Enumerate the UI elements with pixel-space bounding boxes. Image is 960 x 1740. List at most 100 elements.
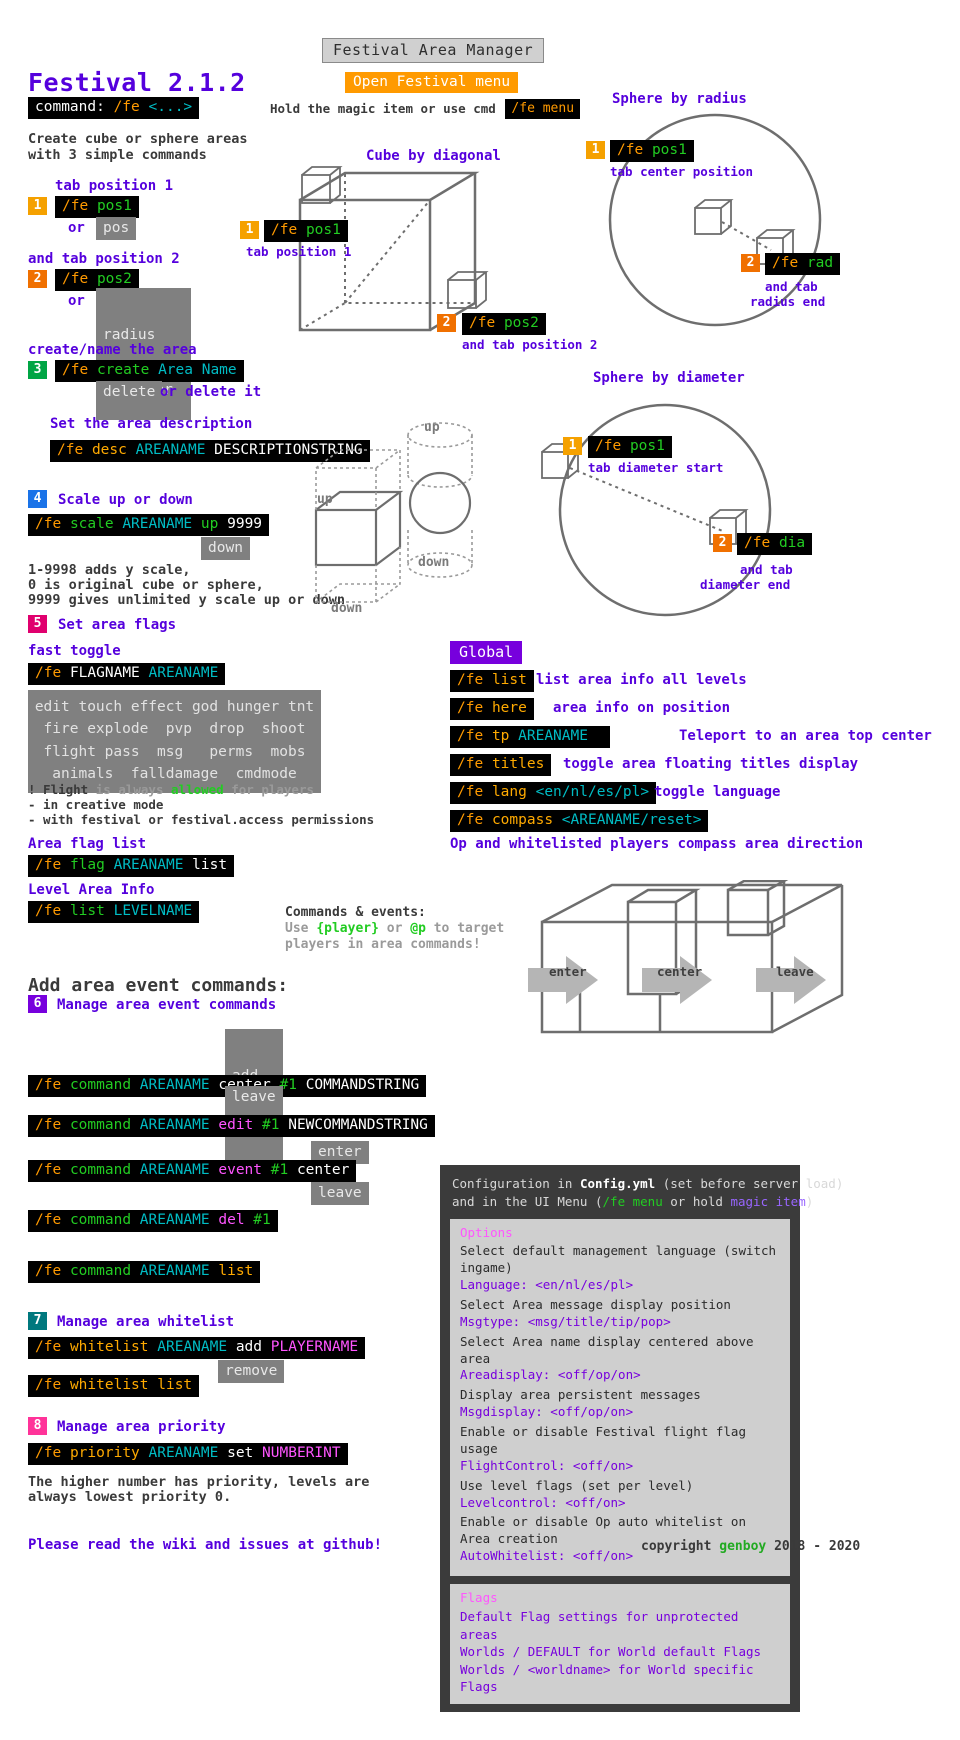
e-edit-string: NEWCOMMANDSTRING — [288, 1117, 428, 1133]
config-option-key[interactable]: Language: <en/nl/es/pl> — [460, 1277, 780, 1294]
e-edit-action: edit — [218, 1117, 254, 1133]
scale-down-label-cube: down — [331, 601, 363, 616]
global-row-list-desc: list area info all levels — [536, 672, 747, 688]
p-root: /fe — [35, 1445, 62, 1461]
g3-sub: titles — [491, 756, 545, 772]
config-option-desc: Select Area name display centered above … — [460, 1333, 754, 1366]
step5-badge: 5 — [28, 615, 47, 633]
config-option-key[interactable]: FlightControl: <off/on> — [460, 1458, 780, 1475]
e-list-root: /fe — [35, 1263, 62, 1279]
sphere-diameter-dia-command: /fe dia — [737, 533, 813, 556]
flag-row[interactable]: fire explode pvp drop shoot — [28, 718, 321, 740]
desc-cmd-sub: desc — [91, 442, 127, 458]
open-festival-menu-button[interactable]: Open Festival menu — [345, 72, 519, 93]
level-area-info-command: /fe list LEVELNAME — [28, 901, 200, 924]
sphere-radius-title: Sphere by radius — [612, 91, 747, 107]
step4-badge: 4 — [28, 490, 47, 508]
footer-right: copyright genboy 2018 - 2020 — [641, 1539, 860, 1554]
config-option-key[interactable]: Levelcontrol: <off/on> — [460, 1495, 780, 1512]
sphere-diameter-diagram — [541, 403, 772, 617]
priority-note-2: always lowest priority 0. — [28, 1489, 232, 1505]
e-edit-sub: command — [69, 1117, 132, 1133]
config-option-key[interactable]: Areadisplay: <off/op/on> — [460, 1367, 780, 1384]
step3-alt-delete[interactable]: delete — [96, 381, 163, 405]
step4-alt-down[interactable]: down — [201, 537, 250, 561]
events-hint-line-2: players in area commands! — [285, 937, 481, 952]
config-flag-row: Default Flag settings for unprotected ar… — [460, 1609, 739, 1642]
hint-p-token: @p — [410, 921, 426, 936]
flag-row[interactable]: flight pass msg perms mobs — [28, 741, 321, 763]
step1-alt-pos[interactable]: pos — [96, 217, 137, 241]
step5-cmd-root: /fe — [35, 665, 62, 681]
whitelist-alt-remove[interactable]: remove — [218, 1360, 285, 1384]
sr-rad-root: /fe — [772, 255, 799, 271]
global-row-list-command: /fe list — [450, 670, 534, 693]
linfo-sub: list — [69, 903, 105, 919]
flight-note-end: for players — [223, 782, 315, 797]
sphere-diameter-pos1-badge: 1 — [563, 437, 582, 455]
step7-title: Manage area whitelist — [57, 1314, 235, 1330]
step2-badge: 2 — [28, 270, 47, 288]
command-chip-cmd: /fe — [113, 99, 140, 115]
step1-badge: 1 — [28, 197, 47, 215]
w-sub: whitelist — [69, 1339, 149, 1355]
cube-pos2-root: /fe — [469, 315, 496, 331]
step1-cmd-root: /fe — [62, 198, 89, 214]
flag-row[interactable]: edit touch effect god hunger tnt — [28, 696, 321, 718]
scale-diagram — [314, 422, 473, 604]
e-del-index: #1 — [253, 1212, 271, 1228]
sphere-radius-rad-command: /fe rad — [765, 253, 841, 276]
footer-copyright-label: copyright — [641, 1539, 720, 1554]
sphere-diameter-pos1-command: /fe pos1 — [588, 436, 672, 459]
global-compass-note: Op and whitelisted players compass area … — [450, 836, 864, 852]
e-ev-action: event — [218, 1162, 263, 1178]
config-option-key[interactable]: Msgdisplay: <off/op/on> — [460, 1404, 780, 1421]
page-title: Festival 2.1.2 — [28, 68, 246, 97]
cfg-h-c: (set before server load) — [655, 1176, 844, 1191]
step3-command: /fe create Area Name — [55, 360, 244, 383]
w-player: PLAYERNAME — [270, 1339, 359, 1355]
level-area-info-title: Level Area Info — [28, 882, 155, 898]
aflag-root: /fe — [35, 857, 62, 873]
hint-a: Use — [285, 921, 317, 936]
whitelist-add-command: /fe whitelist AREANAME add PLAYERNAME — [28, 1337, 366, 1360]
step6-badge: 6 — [28, 995, 47, 1013]
diagram-label-enter: enter — [549, 964, 587, 979]
aflag-sub: flag — [69, 857, 105, 873]
footer-left[interactable]: Please read the wiki and issues at githu… — [28, 1537, 382, 1553]
diagram-label-leave: leave — [776, 964, 814, 979]
g3-root: /fe — [457, 756, 484, 772]
step4-note-3: 9999 gives unlimited y scale up or down — [28, 592, 345, 608]
global-section-title: Global — [450, 641, 523, 664]
sd-dia-sub: dia — [778, 535, 806, 551]
e-del-root: /fe — [35, 1212, 62, 1228]
event-chip-leave[interactable]: leave — [311, 1182, 369, 1206]
config-options-title: Options — [460, 1225, 513, 1241]
config-option-key[interactable]: Msgtype: <msg/title/tip/pop> — [460, 1314, 780, 1331]
global-row-titles-command: /fe titles — [450, 754, 552, 777]
sd-dia-root: /fe — [744, 535, 771, 551]
step2-title: and tab position 2 — [28, 251, 180, 267]
e-edit-root: /fe — [35, 1117, 62, 1133]
global-row-lang-command: /fe lang <en/nl/es/pl> — [450, 782, 657, 805]
sr-pos1-sub: pos1 — [651, 142, 687, 158]
sd-pos1-root: /fe — [595, 438, 622, 454]
g4-sub: lang — [491, 784, 527, 800]
event-option-leave[interactable]: leave — [225, 1086, 283, 1110]
step4-title: Scale up or down — [58, 492, 193, 508]
step1-command: /fe pos1 — [55, 196, 139, 219]
events-hint-title: Commands & events: — [285, 905, 426, 920]
priority-command: /fe priority AREANAME set NUMBERINT — [28, 1443, 348, 1466]
flight-note-allowed: allowed — [171, 782, 224, 797]
g5-sub: compass — [491, 812, 554, 828]
global-row-lang-desc: toggle language — [654, 784, 781, 800]
events-hint-line-1: Use {player} or @p to target — [285, 921, 504, 936]
cube-pos1-root: /fe — [271, 222, 298, 238]
step3-cmd-arg: Area Name — [158, 362, 237, 378]
e-list-area: AREANAME — [139, 1263, 210, 1279]
e-add-sub: command — [69, 1077, 132, 1093]
g5-arg: <AREANAME/reset> — [561, 812, 702, 828]
command-chip-main: command: /fe <...> — [28, 97, 200, 120]
sr-pos1-root: /fe — [617, 142, 644, 158]
sphere-radius-rad-badge: 2 — [741, 254, 760, 272]
